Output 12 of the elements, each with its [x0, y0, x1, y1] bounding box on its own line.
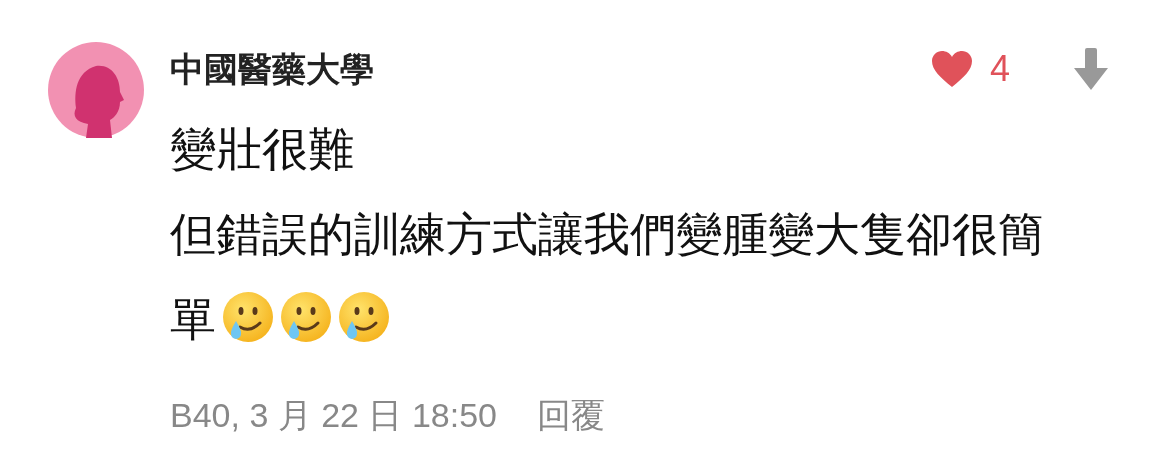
downvote-arrow-icon[interactable]: [1072, 48, 1110, 90]
comment-text: 變壯很難: [170, 123, 354, 175]
comment-text: 單: [170, 293, 216, 345]
smiling-face-with-tear-icon: [222, 291, 274, 343]
reply-link[interactable]: 回覆: [537, 390, 605, 440]
comment-meta: B40, 3 月 22 日 18:50: [170, 395, 497, 436]
comment-text: 但錯誤的訓練方式讓我們變腫變大隻卻很簡: [170, 208, 1044, 260]
author-name: 中國醫藥大學: [170, 49, 374, 90]
smiling-face-with-tear-icon: [280, 291, 332, 343]
like-button[interactable]: 4: [929, 42, 1010, 96]
smiling-face-with-tear-icon: [338, 291, 390, 343]
heart-icon: [929, 49, 974, 89]
